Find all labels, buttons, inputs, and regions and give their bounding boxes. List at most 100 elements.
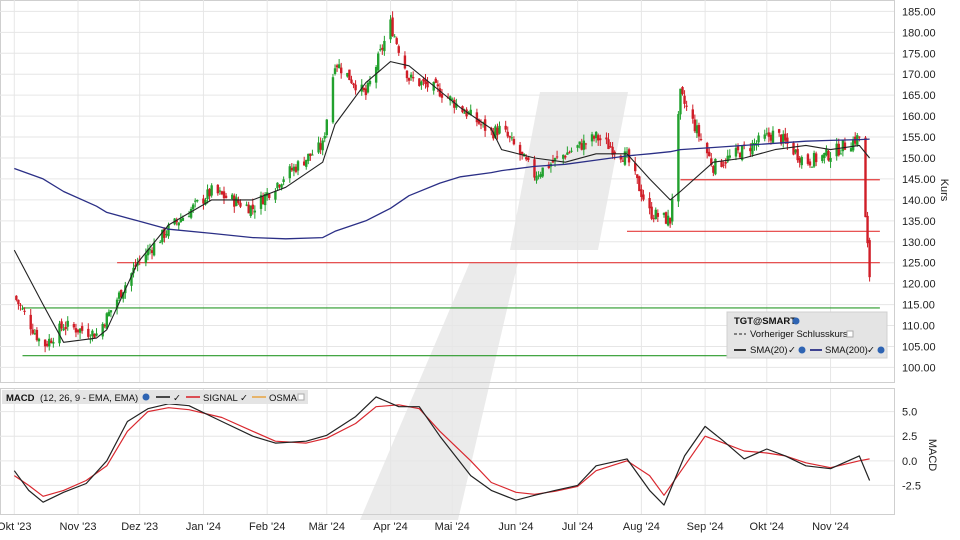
candle-up	[194, 200, 197, 202]
legend-sma200-settings-icon[interactable]	[877, 346, 885, 354]
legend-ticker-info-icon[interactable]	[792, 317, 800, 325]
x-tick-label: Feb '24	[249, 521, 285, 533]
candle-up	[206, 189, 209, 200]
candle-up	[771, 130, 775, 143]
macd-info-icon[interactable]	[142, 393, 150, 401]
x-tick-label: Okt '24	[750, 521, 785, 533]
legend-sma20-settings-icon[interactable]	[798, 346, 806, 354]
candle-down	[350, 79, 353, 84]
candle-down	[93, 333, 96, 338]
candle-up	[765, 133, 769, 135]
macd-legend-title: MACD	[6, 393, 35, 404]
candle-down	[806, 154, 810, 164]
candle-down	[354, 84, 357, 91]
candle-down	[650, 206, 653, 219]
candle-up	[562, 154, 565, 159]
candle-down	[607, 139, 610, 150]
candle-up	[144, 254, 148, 263]
candle-down	[597, 135, 600, 141]
macd-osma-checkbox[interactable]	[297, 393, 305, 401]
macd-signal-check-icon[interactable]: ✓	[240, 393, 248, 404]
candle-up	[671, 198, 674, 222]
candle-down	[699, 138, 703, 140]
candle-down	[352, 83, 355, 86]
candle-up	[37, 338, 41, 342]
candle-up	[282, 179, 285, 183]
legend-sma20-check-icon[interactable]: ✓	[788, 345, 796, 356]
candle-up	[179, 219, 183, 223]
candle-down	[422, 79, 425, 82]
candle-down	[814, 153, 818, 163]
macd-legend: MACD (12, 26, 9 - EMA, EMA) ✓ SIGNAL ✓ O…	[2, 390, 308, 404]
candle-up	[383, 40, 386, 52]
candle-up	[78, 328, 82, 333]
candle-up	[346, 72, 349, 77]
candle-down	[339, 67, 343, 74]
candle-down	[247, 204, 250, 214]
price-y-tick-label: 130.00	[902, 237, 936, 249]
candle-down	[216, 184, 220, 194]
candle-up	[734, 148, 738, 157]
candle-up	[757, 135, 760, 143]
macd-y-axis-title: MACD	[926, 439, 938, 471]
candle-up	[245, 204, 248, 206]
candle-down	[278, 185, 281, 187]
candle-down	[496, 127, 499, 136]
candle-up	[582, 140, 586, 150]
candle-up	[578, 141, 581, 145]
candle-down	[224, 195, 228, 199]
x-tick-label: Nov '23	[60, 521, 97, 533]
stock-chart: 185.00 180.00 175.00 170.00 165.00 160.00 155.…	[0, 0, 950, 533]
macd-y-tick-label: 2.5	[902, 431, 917, 443]
price-y-tick-label: 100.00	[902, 362, 936, 374]
candle-up	[274, 191, 277, 200]
candle-up	[839, 153, 843, 155]
price-moving-averages	[13, 61, 871, 343]
candle-up	[91, 330, 94, 337]
candle-up	[714, 158, 717, 175]
candle-up	[379, 49, 382, 51]
candle-down	[736, 146, 740, 151]
candle-up	[292, 166, 296, 171]
candle-up	[337, 64, 341, 69]
candle-up	[679, 88, 682, 115]
candle-down	[64, 326, 67, 330]
candle-down	[45, 343, 49, 346]
legend-prev-close-checkbox[interactable]	[846, 330, 854, 338]
legend-sma200-check-icon[interactable]: ✓	[867, 345, 875, 356]
candle-up	[325, 119, 329, 136]
price-legend: TGT@SMART Vorheriger Schlusskurs SMA(20)…	[726, 311, 888, 359]
candle-down	[638, 176, 641, 192]
price-y-tick-label: 185.00	[902, 6, 936, 18]
watermark-shape-bottom	[360, 262, 518, 520]
candle-up	[537, 175, 540, 177]
candle-down	[525, 157, 528, 160]
candle-down	[584, 143, 588, 145]
candle-down	[302, 161, 306, 166]
candle-up	[152, 242, 156, 256]
candle-up	[159, 242, 162, 244]
candle-down	[222, 191, 226, 199]
candle-down	[251, 204, 254, 210]
candle-down	[520, 151, 524, 155]
candle-down	[434, 78, 437, 83]
x-tick-label: Nov '24	[812, 521, 849, 533]
macd-macd-check-icon[interactable]: ✓	[173, 393, 181, 404]
x-tick-label: Jul '24	[562, 521, 593, 533]
candle-down	[722, 164, 725, 166]
x-tick-label: Mai '24	[435, 521, 470, 533]
candle-up	[389, 19, 392, 40]
price-y-tick-label: 155.00	[902, 132, 936, 144]
x-tick-label: Okt '23	[0, 521, 32, 533]
candle-up	[33, 333, 37, 335]
candle-down	[268, 194, 271, 199]
candle-down	[74, 328, 78, 333]
candle-up	[21, 308, 24, 310]
x-tick-label: Apr '24	[373, 521, 408, 533]
candle-up	[62, 328, 65, 331]
candle-down	[796, 149, 799, 161]
candle-down	[440, 94, 444, 98]
candle-up	[812, 152, 816, 167]
x-tick-label: Jun '24	[498, 521, 533, 533]
candle-up	[541, 167, 544, 177]
